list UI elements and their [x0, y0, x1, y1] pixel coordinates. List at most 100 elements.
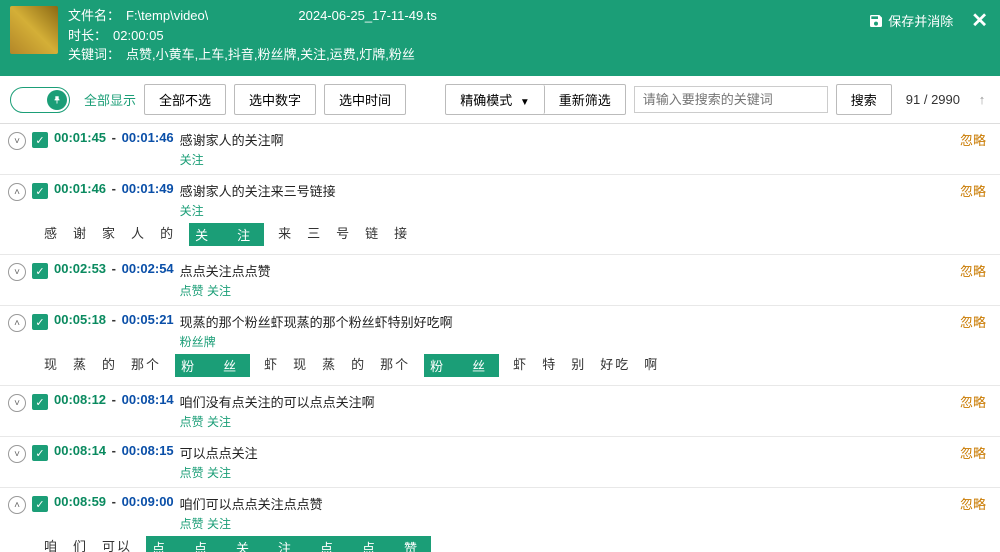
expand-toggle[interactable]: ˅ [8, 263, 26, 281]
toggle-knob [47, 90, 67, 110]
expand-toggle[interactable]: ˄ [8, 183, 26, 201]
token: 咱 [44, 536, 59, 552]
item-tags: 点赞 关注 [180, 515, 988, 532]
select-numbers-button[interactable]: 选中数字 [234, 84, 316, 115]
token: 虾 [513, 354, 528, 377]
token: 谢 [73, 223, 88, 246]
time-range: 00:02:53 - 00:02:54 [54, 261, 174, 276]
close-button[interactable]: ✕ [971, 8, 988, 33]
expand-toggle[interactable]: ˄ [8, 314, 26, 332]
token: 的 [102, 354, 117, 377]
save-icon [868, 13, 884, 29]
time-range: 00:05:18 - 00:05:21 [54, 312, 174, 327]
time-end: 00:09:00 [122, 494, 174, 509]
ignore-button[interactable]: 忽略 [960, 130, 986, 149]
token: 家 [102, 223, 117, 246]
item-checkbox[interactable]: ✓ [32, 496, 48, 512]
token: 号 [336, 223, 351, 246]
list-item: ˅ ✓ 00:02:53 - 00:02:54 点点关注点点赞点赞 关注 忽略 [0, 255, 1000, 306]
token: 们 [73, 536, 88, 552]
refilter-button[interactable]: 重新筛选 [545, 85, 625, 114]
item-checkbox[interactable]: ✓ [32, 394, 48, 410]
token: 现 [44, 354, 59, 377]
item-checkbox[interactable]: ✓ [32, 132, 48, 148]
expand-toggle[interactable]: ˅ [8, 132, 26, 150]
file-path: F:\temp\video\ 2024-06-25_17-11-49.ts [126, 6, 437, 26]
item-title: 感谢家人的关注来三号链接 [180, 181, 988, 200]
ignore-button[interactable]: 忽略 [960, 494, 986, 513]
item-title: 现蒸的那个粉丝虾现蒸的那个粉丝虾特别好吃啊 [180, 312, 988, 331]
token: 那个 [380, 354, 410, 377]
toolbar: 全部显示 全部不选 选中数字 选中时间 精确模式 ▼ 重新筛选 搜索 91 / … [0, 76, 1000, 124]
scroll-up-icon[interactable]: ↑ [974, 92, 990, 107]
time-start: 00:01:46 [54, 181, 106, 196]
token: 蒸 [73, 354, 88, 377]
time-end: 00:01:46 [122, 130, 174, 145]
item-title: 点点关注点点赞 [180, 261, 988, 280]
ignore-button[interactable]: 忽略 [960, 261, 986, 280]
ignore-button[interactable]: 忽略 [960, 443, 986, 462]
token: 那个 [131, 354, 161, 377]
header-info: 文件名： F:\temp\video\ 2024-06-25_17-11-49.… [68, 6, 990, 65]
token: 人 [131, 223, 146, 246]
redacted-segment [208, 9, 298, 23]
token-highlight: 粉 丝 [175, 354, 250, 377]
item-checkbox[interactable]: ✓ [32, 445, 48, 461]
search-input[interactable] [634, 86, 828, 113]
token: 链 [365, 223, 380, 246]
deselect-all-button[interactable]: 全部不选 [144, 84, 226, 115]
time-range: 00:01:46 - 00:01:49 [54, 181, 174, 196]
token: 别 [571, 354, 586, 377]
file-label: 文件名： [68, 6, 120, 26]
time-start: 00:05:18 [54, 312, 106, 327]
keywords-value: 点赞,小黄车,上车,抖音,粉丝牌,关注,运费,灯牌,粉丝 [126, 45, 415, 65]
token: 三 [307, 223, 322, 246]
time-range: 00:08:12 - 00:08:14 [54, 392, 174, 407]
time-end: 00:02:54 [122, 261, 174, 276]
token: 可以 [102, 536, 132, 552]
token: 感 [44, 223, 59, 246]
save-and-clear-button[interactable]: 保存并消除 [868, 11, 953, 30]
item-checkbox[interactable]: ✓ [32, 263, 48, 279]
list-item: ˅✓00:08:14 - 00:08:15可以点点关注点赞 关注忽略 [0, 437, 1000, 488]
expand-toggle[interactable]: ˄ [8, 496, 26, 514]
item-tags: 点赞 关注 [180, 282, 988, 299]
time-range: 00:01:45 - 00:01:46 [54, 130, 174, 145]
token: 虾 [264, 354, 279, 377]
item-title: 感谢家人的关注啊 [180, 130, 988, 149]
show-all-toggle[interactable] [10, 87, 70, 113]
item-tags: 粉丝牌 [180, 333, 988, 350]
pin-icon [52, 95, 62, 105]
list-item: ˄✓00:08:59 - 00:09:00咱们可以点点关注点点赞点赞 关注忽略咱… [0, 488, 1000, 552]
token: 接 [394, 223, 409, 246]
item-tags: 关注 [180, 151, 988, 168]
token-row: 咱们可以点 点 关 注 点 点 赞 [8, 532, 988, 552]
header: 文件名： F:\temp\video\ 2024-06-25_17-11-49.… [0, 0, 1000, 76]
mode-group: 精确模式 ▼ 重新筛选 [445, 84, 626, 115]
list-item: ˄ ✓ 00:05:18 - 00:05:21 现蒸的那个粉丝虾现蒸的那个粉丝虾特别好… [0, 306, 1000, 386]
chevron-down-icon: ▼ [520, 97, 530, 108]
token-row: 感谢家人的关 注来三号链接 [8, 219, 988, 248]
token: 现 [293, 354, 308, 377]
item-tags: 关注 [180, 202, 988, 219]
item-checkbox[interactable]: ✓ [32, 314, 48, 330]
result-counter: 91 / 2990 [900, 92, 966, 107]
expand-toggle[interactable]: ˅ [8, 445, 26, 463]
time-start: 00:08:59 [54, 494, 106, 509]
duration-value: 02:00:05 [113, 26, 164, 46]
item-title: 咱们没有点关注的可以点点关注啊 [180, 392, 988, 411]
token: 来 [278, 223, 293, 246]
expand-toggle[interactable]: ˅ [8, 394, 26, 412]
item-checkbox[interactable]: ✓ [32, 183, 48, 199]
time-start: 00:02:53 [54, 261, 106, 276]
mode-dropdown[interactable]: 精确模式 ▼ [446, 85, 545, 114]
result-list[interactable]: ˅✓00:01:45 - 00:01:46感谢家人的关注啊关注忽略˄✓00:01… [0, 124, 1000, 552]
select-time-button[interactable]: 选中时间 [324, 84, 406, 115]
item-tags: 点赞 关注 [180, 464, 988, 481]
ignore-button[interactable]: 忽略 [960, 392, 986, 411]
ignore-button[interactable]: 忽略 [960, 181, 986, 200]
ignore-button[interactable]: 忽略 [960, 312, 986, 331]
time-start: 00:08:14 [54, 443, 106, 458]
token: 蒸 [322, 354, 337, 377]
search-button[interactable]: 搜索 [836, 84, 892, 115]
